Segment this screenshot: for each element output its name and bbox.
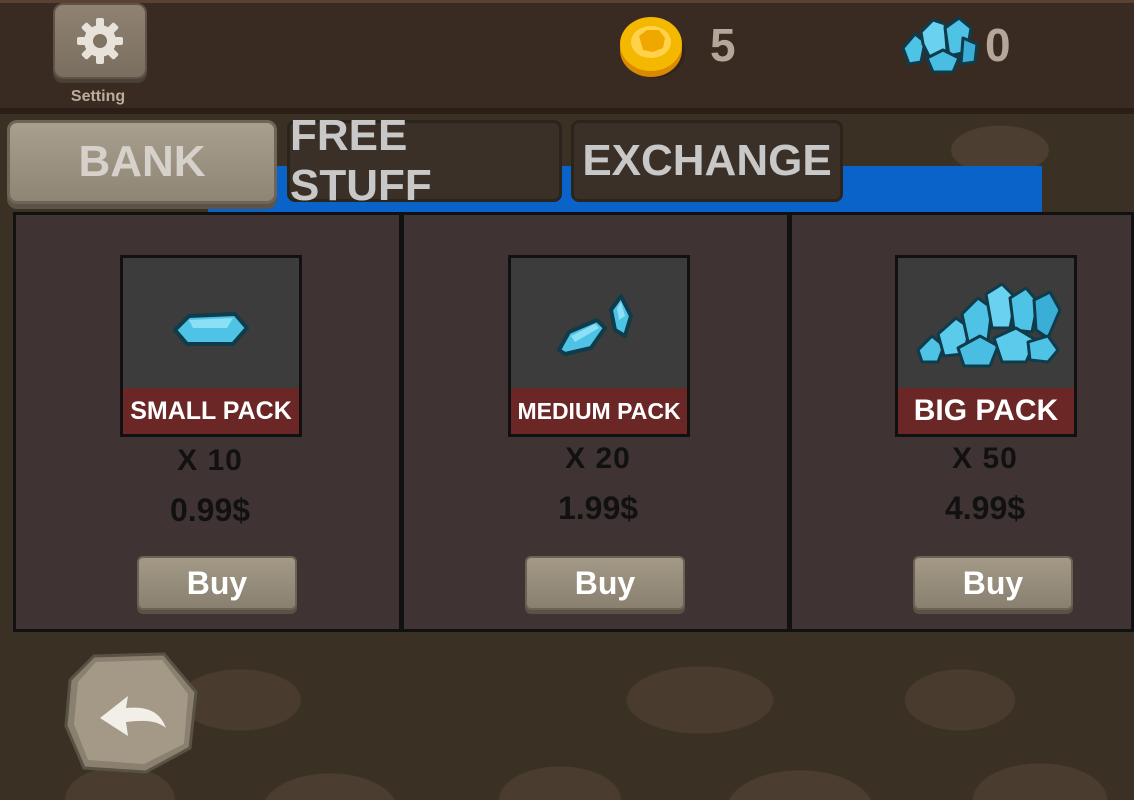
buy-button-medium[interactable]: Buy — [525, 556, 685, 610]
pack-label-small: SMALL PACK — [123, 388, 299, 434]
tab-bank[interactable]: BANK — [7, 120, 277, 204]
pack-quantity-small: X 10 — [177, 444, 243, 477]
tab-exchange-label: EXCHANGE — [582, 136, 832, 185]
setting-button[interactable] — [53, 3, 147, 79]
pack-quantity-big: X 50 — [952, 442, 1018, 475]
gear-icon — [77, 18, 123, 64]
pack-quantity-medium: X 20 — [565, 442, 631, 475]
buy-button-small[interactable]: Buy — [137, 556, 297, 610]
pack-price-big: 4.99$ — [944, 490, 1026, 526]
tab-bank-label: BANK — [78, 137, 206, 186]
tab-free-stuff[interactable]: FREE STUFF — [287, 111, 562, 210]
pack-image-medium: MEDIUM PACK — [508, 255, 690, 437]
gem-pile-icon — [916, 282, 1062, 368]
coin-count: 5 — [710, 19, 736, 71]
tab-exchange[interactable]: EXCHANGE — [571, 120, 843, 202]
pack-card-medium: MEDIUM PACK X 20 1.99$ Buy — [401, 212, 790, 632]
pack-image-big: BIG PACK — [895, 255, 1077, 437]
pack-card-big: BIG PACK X 50 4.99$ Buy — [789, 212, 1134, 632]
coin-icon — [620, 17, 685, 78]
pack-card-small: SMALL PACK X 10 0.99$ Buy — [13, 212, 402, 632]
pack-label-big: BIG PACK — [898, 388, 1074, 434]
pack-image-small: SMALL PACK — [120, 255, 302, 437]
pack-price-medium: 1.99$ — [557, 490, 639, 526]
gem-count: 0 — [985, 19, 1011, 71]
back-button[interactable] — [64, 652, 198, 774]
setting-label: Setting — [70, 88, 126, 105]
single-gem-icon — [173, 312, 249, 346]
buy-button-big[interactable]: Buy — [913, 556, 1073, 610]
gem-icon — [901, 16, 979, 74]
two-gems-icon — [557, 294, 633, 356]
pack-label-medium: MEDIUM PACK — [511, 388, 687, 434]
tab-free-stuff-label: FREE STUFF — [290, 111, 432, 210]
pack-price-small: 0.99$ — [169, 492, 251, 528]
